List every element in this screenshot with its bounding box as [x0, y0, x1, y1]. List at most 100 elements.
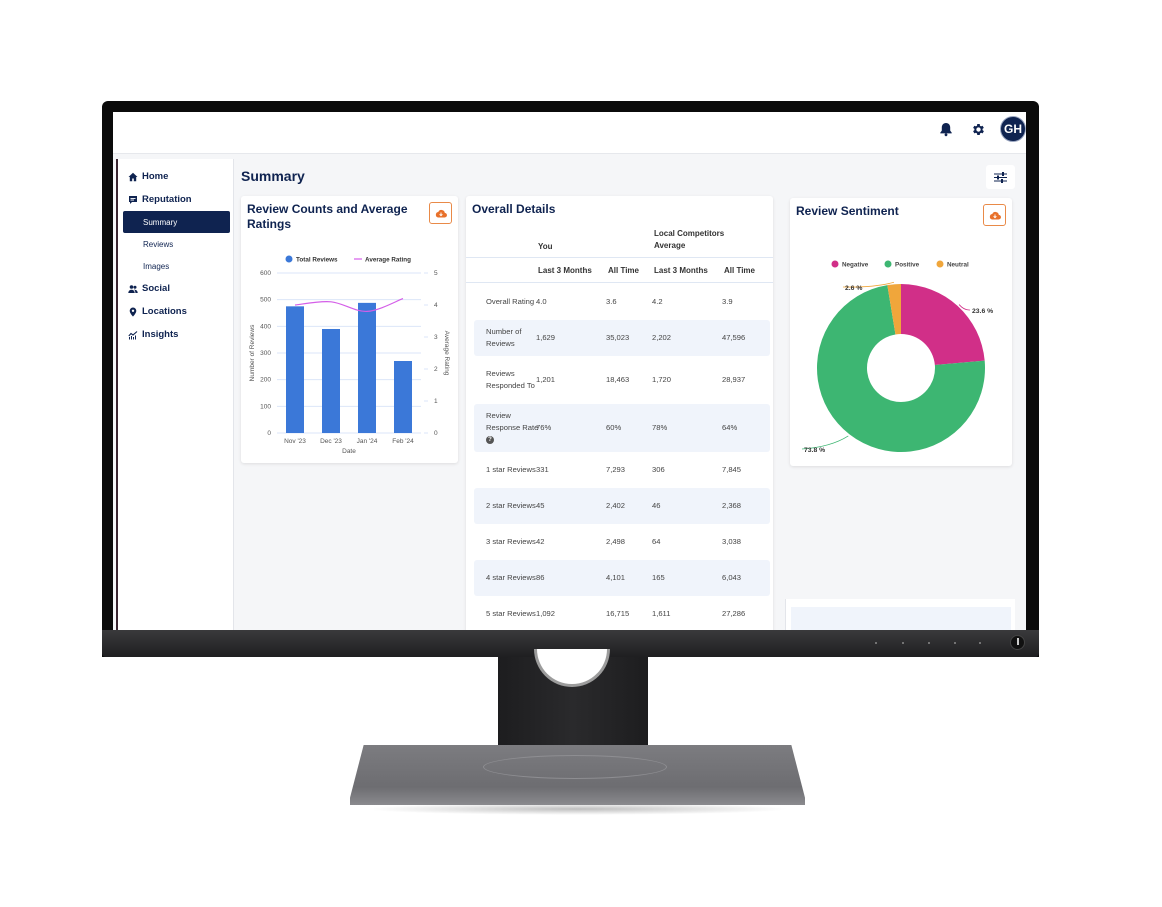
- cell-value: 64%: [722, 423, 738, 432]
- y2-tick-label: 1: [434, 398, 438, 405]
- cloud-download-icon: [435, 209, 447, 218]
- sidebar-item-social[interactable]: Social: [118, 277, 233, 300]
- y-tick-label: 400: [260, 323, 271, 330]
- sidebar-subitem-reviews[interactable]: Reviews: [123, 233, 230, 255]
- group-header-competitors: Local Competitors Average: [654, 229, 725, 250]
- user-avatar[interactable]: GH: [1000, 116, 1026, 142]
- slice-value-label: 23.6 %: [972, 308, 993, 315]
- donut-chart: Negative Positive Neutral 23.6 % 73.8 % 2.6 %: [801, 260, 993, 454]
- legend-marker-positive: [884, 260, 892, 268]
- cell-value: 28,937: [722, 375, 746, 384]
- legend-marker-total-reviews: [285, 255, 293, 263]
- chat-icon: [129, 195, 137, 204]
- filter-button[interactable]: [986, 165, 1015, 189]
- cell-value: 4.0: [536, 297, 547, 306]
- cell-value: 1,611: [652, 609, 671, 618]
- cell-value: 2,402: [606, 501, 626, 510]
- sidebar-item-label: Social: [142, 283, 170, 294]
- review-sentiment-card: Review Sentiment Negative Positive Neutral…: [790, 198, 1012, 466]
- cell-value: 2,368: [722, 501, 742, 510]
- review-sentiment-title: Review Sentiment: [796, 204, 899, 218]
- y-axis-label: Number of Reviews: [249, 324, 256, 381]
- sidebar-item-label: Locations: [142, 306, 187, 317]
- bar-total-reviews: [394, 361, 412, 433]
- download-button[interactable]: [983, 204, 1006, 226]
- sidebar-item-insights[interactable]: Insights: [118, 323, 233, 346]
- y2-tick-label: 4: [434, 302, 438, 309]
- help-icon[interactable]: ?: [486, 436, 494, 444]
- sidebar-subitem-images[interactable]: Images: [123, 255, 230, 277]
- cell-value: 47,596: [722, 333, 746, 342]
- col-header: All Time: [608, 266, 639, 275]
- legend-label: Positive: [895, 262, 920, 269]
- lower-card: [785, 599, 1015, 630]
- app-screen: GH Home Reputation Summary Reviews Image…: [113, 112, 1026, 630]
- line-average-rating: [294, 298, 404, 313]
- cell-value: 1,201: [536, 375, 556, 384]
- table-group-header: You Local Competitors Average: [466, 224, 773, 258]
- y2-tick-label: 3: [434, 334, 438, 341]
- table-row: Reviews Responded To 1,201 18,463 1,720 28,9…: [474, 356, 770, 404]
- cell-value: 18,463: [606, 375, 630, 384]
- cell-value: 4,101: [606, 573, 626, 582]
- cell-value: 2,202: [652, 333, 672, 342]
- col-header: Last 3 Months: [538, 266, 592, 275]
- download-button[interactable]: [429, 202, 452, 224]
- table-body: Overall Rating 4.0 3.6 4.2 3.9 Number of Revi…: [474, 284, 770, 630]
- y2-axis-label: Average Rating: [443, 331, 450, 376]
- legend-label: Average Rating: [365, 257, 411, 264]
- legend-label: Negative: [842, 262, 869, 269]
- sidebar-item-label: Home: [142, 171, 169, 182]
- cell-value: 86: [536, 573, 545, 582]
- y-tick-label: 300: [260, 350, 271, 357]
- table-row: 2 star Reviews 45 2,402 46 2,368: [474, 488, 770, 524]
- sidebar-item-label: Insights: [142, 329, 179, 340]
- page-title: Summary: [241, 168, 305, 184]
- group-header-you: You: [538, 242, 553, 251]
- cell-value: 2,498: [606, 537, 626, 546]
- bar-total-reviews: [358, 302, 376, 433]
- sidebar-item-label: Reputation: [142, 194, 192, 205]
- bell-icon[interactable]: [936, 119, 956, 139]
- map-pin-icon: [129, 307, 137, 317]
- overall-details-title: Overall Details: [472, 202, 556, 216]
- sidebar-item-home[interactable]: Home: [118, 165, 233, 188]
- cell-value: 76%: [536, 423, 552, 432]
- legend-marker-negative: [831, 260, 839, 268]
- cell-value: 306: [652, 465, 665, 474]
- cell-value: 64: [652, 537, 661, 546]
- x-tick-label: Nov '23: [284, 438, 306, 445]
- cell-value: 1,092: [536, 609, 556, 618]
- cloud-download-icon: [989, 211, 1001, 220]
- bar-total-reviews: [286, 306, 304, 433]
- gear-icon[interactable]: [968, 119, 988, 139]
- review-counts-card: Review Counts and Average Ratings Total …: [241, 196, 458, 463]
- legend-label: Neutral: [947, 262, 969, 269]
- cell-value: 7,845: [722, 465, 742, 474]
- col-header: All Time: [724, 266, 755, 275]
- y2-tick-label: 0: [434, 430, 438, 437]
- sliders-icon: [994, 171, 1007, 183]
- cell-value: 78%: [652, 423, 668, 432]
- users-icon: [128, 284, 138, 293]
- x-axis-label: Date: [342, 448, 356, 455]
- sidebar-item-reputation[interactable]: Reputation: [118, 188, 233, 211]
- cell-value: 3.6: [606, 297, 617, 306]
- y-tick-label: 100: [260, 403, 271, 410]
- cell-value: 6,043: [722, 573, 742, 582]
- y2-tick-label: 2: [434, 366, 438, 373]
- chart-legend: Negative Positive Neutral: [831, 260, 969, 269]
- col-header: Last 3 Months: [654, 266, 708, 275]
- cell-value: 331: [536, 465, 549, 474]
- cell-value: 60%: [606, 423, 622, 432]
- y-tick-label: 200: [260, 377, 271, 384]
- cell-value: 16,715: [606, 609, 630, 618]
- y-tick-label: 0: [267, 430, 271, 437]
- y-tick-label: 600: [260, 270, 271, 277]
- slice-value-label: 73.8 %: [804, 447, 825, 454]
- sidebar-item-locations[interactable]: Locations: [118, 300, 233, 323]
- sidebar-subitem-summary[interactable]: Summary: [123, 211, 230, 233]
- cell-value: 1,720: [652, 375, 672, 384]
- sidebar: Home Reputation Summary Reviews Images S…: [116, 159, 233, 630]
- table-row: 4 star Reviews 86 4,101 165 6,043: [474, 560, 770, 596]
